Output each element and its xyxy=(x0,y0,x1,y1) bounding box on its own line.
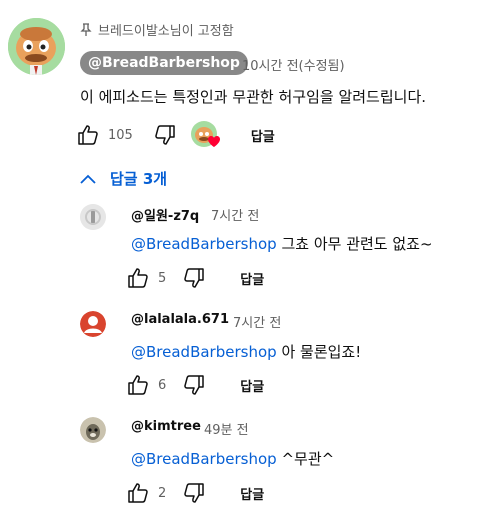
thumbs-up-icon xyxy=(78,125,98,145)
creator-heart-icon xyxy=(207,136,220,147)
comment-actions: 105 답글 xyxy=(76,121,275,149)
like-count: 105 xyxy=(108,127,133,143)
reply-actions: 5 답글 xyxy=(126,266,264,290)
like-count: 6 xyxy=(158,377,167,393)
reply-handle[interactable]: @kimtree xyxy=(131,419,201,434)
like-button[interactable] xyxy=(76,123,100,147)
reply-handle[interactable]: @일원-z7q xyxy=(131,205,199,224)
comment-time[interactable]: 10시간 전(수정됨) xyxy=(242,55,345,74)
thumbs-down-icon xyxy=(155,125,175,145)
mention-link[interactable]: @BreadBarbershop xyxy=(131,235,277,253)
thumbs-down-icon xyxy=(184,483,205,503)
reply-actions: 2 답글 xyxy=(126,481,264,505)
like-button[interactable] xyxy=(126,266,150,290)
pin-icon xyxy=(80,22,92,36)
thumbs-down-icon xyxy=(184,375,205,395)
reply-actions: 6 답글 xyxy=(126,373,264,397)
reply-body: 그쵸 아무 관련도 없죠~ xyxy=(281,235,433,253)
reply-button[interactable]: 답글 xyxy=(251,126,275,145)
avatar[interactable] xyxy=(8,18,65,75)
reply-text: @BreadBarbershop 그쵸 아무 관련도 없죠~ xyxy=(131,233,433,254)
pinned-indicator: 브레드이발소님이 고정함 xyxy=(80,20,234,39)
dislike-button[interactable] xyxy=(153,123,177,147)
thumbs-down-icon xyxy=(184,268,205,288)
reply-time[interactable]: 7시간 전 xyxy=(233,312,281,331)
dislike-button[interactable] xyxy=(182,266,206,290)
like-count: 5 xyxy=(158,270,167,286)
reply-text: @BreadBarbershop ^무관^ xyxy=(131,448,334,469)
chevron-up-icon xyxy=(80,174,96,184)
dislike-button[interactable] xyxy=(182,373,206,397)
thumbs-up-icon xyxy=(128,268,148,288)
like-button[interactable] xyxy=(126,481,150,505)
like-count: 2 xyxy=(158,485,167,501)
replies-toggle[interactable]: 답글 3개 xyxy=(80,168,167,189)
dislike-button[interactable] xyxy=(182,481,206,505)
reply-text: @BreadBarbershop 아 물론입죠! xyxy=(131,341,361,362)
reply-button[interactable]: 답글 xyxy=(240,376,264,395)
avatar[interactable] xyxy=(80,311,106,337)
author-chip[interactable]: @BreadBarbershop xyxy=(80,51,248,75)
mention-link[interactable]: @BreadBarbershop xyxy=(131,343,277,361)
replies-toggle-label: 답글 3개 xyxy=(110,170,168,188)
reply-body: ^무관^ xyxy=(281,450,335,468)
thumbs-up-icon xyxy=(128,483,148,503)
reply-body: 아 물론입죠! xyxy=(281,343,362,361)
pinned-label: 브레드이발소님이 고정함 xyxy=(98,24,234,39)
creator-heart xyxy=(190,121,221,149)
avatar[interactable] xyxy=(80,417,106,443)
like-button[interactable] xyxy=(126,373,150,397)
reply-time[interactable]: 7시간 전 xyxy=(211,205,259,224)
thumbs-up-icon xyxy=(128,375,148,395)
avatar[interactable] xyxy=(80,204,106,230)
reply-button[interactable]: 답글 xyxy=(240,269,264,288)
reply-time[interactable]: 49분 전 xyxy=(204,419,249,438)
mention-link[interactable]: @BreadBarbershop xyxy=(131,450,277,468)
reply-button[interactable]: 답글 xyxy=(240,484,264,503)
comment-text: 이 에피소드는 특정인과 무관한 허구임을 알려드립니다. xyxy=(80,88,427,106)
reply-handle[interactable]: @lalalala.671 xyxy=(131,312,229,327)
